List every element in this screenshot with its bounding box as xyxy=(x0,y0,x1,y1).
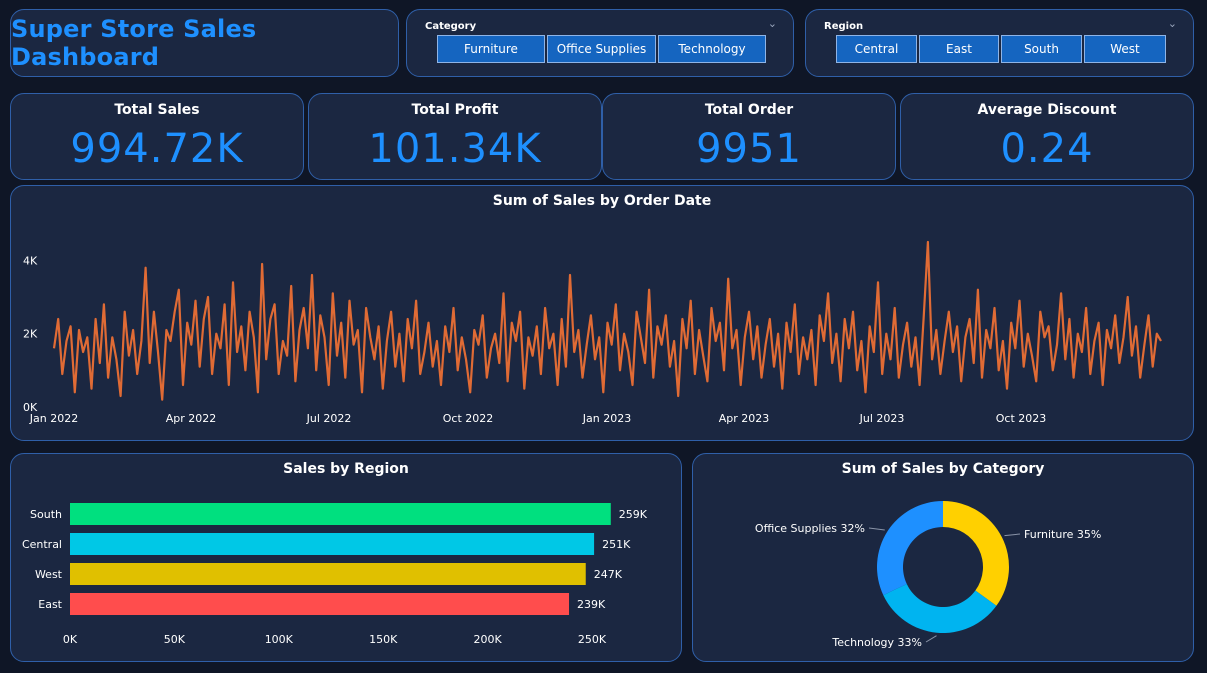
kpi-label: Average Discount xyxy=(977,102,1117,118)
kpi-value: 0.24 xyxy=(1000,126,1094,172)
donut-slice-furniture[interactable] xyxy=(943,501,1009,606)
donut-chart-svg: Furniture 35% Technology 33% Office Suppli… xyxy=(755,501,1101,649)
kpi-value: 9951 xyxy=(696,126,802,172)
title-card: Super Store Sales Dashboard xyxy=(10,9,399,77)
sales-by-date-chart[interactable]: Sum of Sales by Order Date 0K 2K 4K Jan 202… xyxy=(10,185,1194,441)
bar-data-label: 239K xyxy=(577,598,606,611)
kpi-value: 101.34K xyxy=(368,126,542,172)
region-slicer[interactable]: Region ⌄ Central East South West xyxy=(805,9,1194,77)
donut-data-label: Office Supplies 32% xyxy=(755,522,865,535)
category-slicer[interactable]: Category ⌄ Furniture Office Supplies Tec… xyxy=(406,9,794,77)
bar-category-label: Central xyxy=(22,538,62,551)
x-tick-label: 50K xyxy=(164,633,186,646)
bar-category-label: West xyxy=(35,568,63,581)
bar-south[interactable] xyxy=(70,503,611,525)
bar-data-label: 251K xyxy=(602,538,631,551)
x-tick-label: Apr 2023 xyxy=(719,412,770,425)
donut-leader-line xyxy=(868,527,885,531)
kpi-label: Total Sales xyxy=(114,102,200,118)
kpi-total-profit: Total Profit 101.34K xyxy=(308,93,602,180)
x-tick-label: 200K xyxy=(473,633,502,646)
x-tick-label: 250K xyxy=(578,633,607,646)
bar-data-label: 259K xyxy=(619,508,648,521)
x-tick-label: Jan 2022 xyxy=(29,412,78,425)
sales-by-category-chart[interactable]: Sum of Sales by Category Furniture 35% Te… xyxy=(692,453,1194,662)
region-option-west[interactable]: West xyxy=(1084,35,1166,63)
x-tick-label: Oct 2022 xyxy=(443,412,494,425)
bar-central[interactable] xyxy=(70,533,595,555)
bar-west[interactable] xyxy=(70,563,586,585)
kpi-average-discount: Average Discount 0.24 xyxy=(900,93,1194,180)
line-chart-svg: 0K2K4KJan 2022 Apr 2022 Jul 2022 Oct 2022 Ja… xyxy=(23,240,1162,425)
region-slicer-label: Region xyxy=(824,21,864,32)
x-tick-label: 0K xyxy=(63,633,78,646)
bar-category-label: South xyxy=(30,508,62,521)
kpi-label: Total Order xyxy=(704,102,794,118)
category-slicer-label: Category xyxy=(425,21,477,32)
donut-data-label: Technology 33% xyxy=(831,636,922,649)
donut-data-label: Furniture 35% xyxy=(1024,528,1101,541)
kpi-total-order: Total Order 9951 xyxy=(602,93,896,180)
x-tick-label: Jul 2023 xyxy=(859,412,905,425)
kpi-total-sales: Total Sales 994.72K xyxy=(10,93,304,180)
bar-data-label: 247K xyxy=(594,568,623,581)
donut-leader-line xyxy=(1004,533,1021,537)
x-tick-label: Oct 2023 xyxy=(996,412,1047,425)
x-tick-label: Jul 2022 xyxy=(306,412,352,425)
donut-leader-line xyxy=(925,635,937,643)
region-option-south[interactable]: South xyxy=(1001,35,1082,63)
chevron-down-icon[interactable]: ⌄ xyxy=(768,17,777,30)
bar-chart-svg: South 259K Central 251K West 247K East 239K 0K 50… xyxy=(22,503,648,646)
category-option-office-supplies[interactable]: Office Supplies xyxy=(547,35,656,63)
sales-line-series[interactable] xyxy=(52,240,1162,401)
page-title: Super Store Sales Dashboard xyxy=(11,15,257,71)
x-tick-label: 150K xyxy=(369,633,398,646)
region-option-central[interactable]: Central xyxy=(836,35,917,63)
x-tick-label: Jan 2023 xyxy=(582,412,631,425)
x-tick-label: 100K xyxy=(265,633,294,646)
sales-by-region-chart[interactable]: Sales by Region South 259K Central 251K West… xyxy=(10,453,682,662)
chevron-down-icon[interactable]: ⌄ xyxy=(1168,17,1177,30)
category-option-technology[interactable]: Technology xyxy=(658,35,766,63)
kpi-label: Total Profit xyxy=(411,102,499,118)
bar-category-label: East xyxy=(38,598,62,611)
donut-slice-office-supplies[interactable] xyxy=(877,501,943,596)
x-tick-label: Apr 2022 xyxy=(166,412,217,425)
region-option-east[interactable]: East xyxy=(919,35,999,63)
kpi-value: 994.72K xyxy=(70,126,244,172)
y-tick-label: 4K xyxy=(23,254,38,267)
y-tick-label: 2K xyxy=(23,328,38,341)
category-option-furniture[interactable]: Furniture xyxy=(437,35,545,63)
bar-east[interactable] xyxy=(70,593,570,615)
